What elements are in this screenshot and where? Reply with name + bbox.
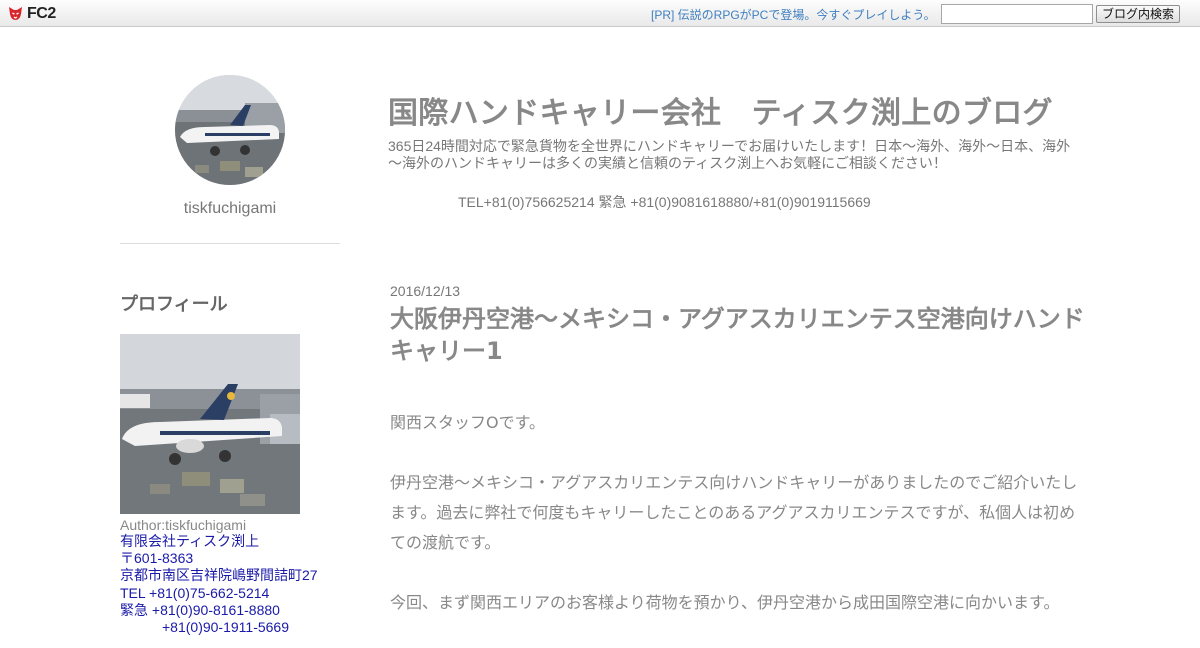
profile-author: Author:tiskfuchigami <box>120 517 247 533</box>
sidebar-divider <box>120 243 340 244</box>
post-paragraph: 関西スタッフOです。 <box>390 413 545 432</box>
blog-tel: TEL+81(0)756625214 緊急 +81(0)9081618880/+… <box>458 194 871 210</box>
fc2-logo[interactable]: FC2 <box>7 4 56 23</box>
fc2-fox-icon <box>9 7 22 20</box>
profile-heading: プロフィール <box>120 294 228 314</box>
post-body: 関西スタッフOです。 伊丹空港〜メキシコ・アグアスカリエンテス向けハンドキャリー… <box>390 408 1090 648</box>
fc2-logo-text: FC2 <box>27 4 56 22</box>
post-title[interactable]: 大阪伊丹空港～メキシコ・アグアスカリエンテス空港向けハンドキャリー1 <box>390 303 1090 367</box>
avatar[interactable] <box>175 75 285 185</box>
blog-search-button[interactable]: ブログ内検索 <box>1096 5 1180 23</box>
blog-title[interactable]: 国際ハンドキャリー会社 ティスク渕上のブログ <box>388 88 1053 132</box>
airport-photo <box>120 334 300 514</box>
profile-contact-info: 有限会社ティスク渕上 〒601-8363 京都市南区吉祥院嶋野間詰町27 TEL… <box>120 533 318 636</box>
post-paragraph: 伊丹空港〜メキシコ・アグアスカリエンテス向けハンドキャリーがありましたのでご紹介… <box>390 473 1078 552</box>
fc2-topbar: FC2 [PR] 伝説のRPGがPCで登場。今すぐプレイしよう。 ブログ内検索 <box>0 0 1200 27</box>
pr-ad-link[interactable]: [PR] 伝説のRPGがPCで登場。今すぐプレイしよう。 <box>651 6 936 23</box>
blog-username[interactable]: tiskfuchigami <box>120 200 340 218</box>
post-date: 2016/12/13 <box>390 283 461 299</box>
post-paragraph: 今回、まず関西エリアのお客様より荷物を預かり、伊丹空港から成田国際空港に向かいま… <box>390 593 1060 612</box>
profile-photo <box>120 334 300 514</box>
blog-search-input[interactable] <box>941 4 1093 24</box>
blog-description: 365日24時間対応で緊急貨物を全世界にハンドキャリーでお届けいたします！日本～… <box>388 138 1071 171</box>
airport-photo-avatar <box>175 75 285 185</box>
